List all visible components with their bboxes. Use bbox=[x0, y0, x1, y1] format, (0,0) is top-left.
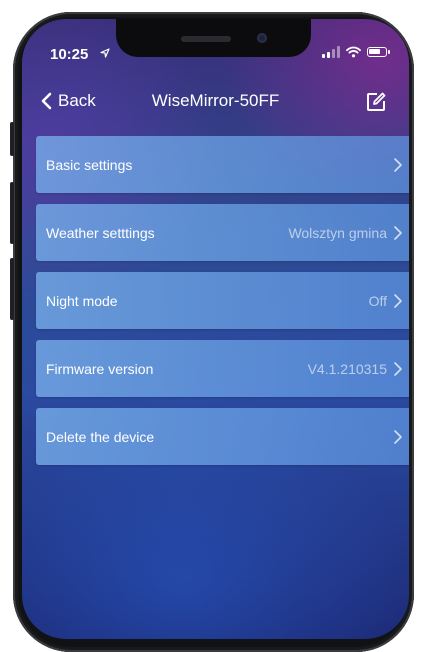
row-value: Wolsztyn gmina bbox=[288, 224, 387, 241]
row-label: Firmware version bbox=[46, 360, 154, 377]
chevron-right-icon bbox=[394, 293, 402, 308]
chevron-right-icon bbox=[394, 429, 402, 444]
settings-row-night-mode[interactable]: Night mode Off bbox=[36, 272, 409, 329]
volume-down-button bbox=[10, 258, 14, 320]
navigation-bar: Back WiseMirror-50FF bbox=[22, 87, 409, 123]
chevron-right-icon bbox=[394, 361, 402, 376]
signal-icon bbox=[322, 46, 340, 58]
notch bbox=[116, 19, 311, 57]
battery-icon bbox=[367, 47, 390, 57]
row-value: V4.1.210315 bbox=[307, 360, 387, 377]
status-time: 10:25 bbox=[50, 46, 89, 63]
volume-up-button bbox=[10, 182, 14, 244]
chevron-right-icon bbox=[394, 157, 402, 172]
location-arrow-icon bbox=[100, 48, 110, 61]
row-label: Night mode bbox=[46, 292, 118, 309]
settings-row-basic[interactable]: Basic settings bbox=[36, 136, 409, 193]
chevron-right-icon bbox=[394, 225, 402, 240]
wifi-icon bbox=[346, 46, 361, 58]
earpiece-speaker bbox=[181, 36, 231, 42]
app-screen: 10:25 Back WiseMirror-50FF Basic setting bbox=[22, 19, 409, 639]
settings-row-firmware[interactable]: Firmware version V4.1.210315 bbox=[36, 340, 409, 397]
settings-row-delete-device[interactable]: Delete the device bbox=[36, 408, 409, 465]
settings-list: Basic settings Weather setttings Wolszty… bbox=[36, 136, 409, 476]
edit-icon[interactable] bbox=[365, 91, 387, 113]
row-label: Weather setttings bbox=[46, 224, 155, 241]
page-title: WiseMirror-50FF bbox=[151, 91, 280, 110]
mute-switch bbox=[10, 122, 14, 156]
settings-row-weather[interactable]: Weather setttings Wolsztyn gmina bbox=[36, 204, 409, 261]
row-label: Delete the device bbox=[46, 428, 155, 445]
row-label: Basic settings bbox=[46, 156, 133, 173]
row-value: Off bbox=[368, 292, 387, 309]
front-camera bbox=[257, 33, 267, 43]
status-icons bbox=[322, 46, 390, 58]
